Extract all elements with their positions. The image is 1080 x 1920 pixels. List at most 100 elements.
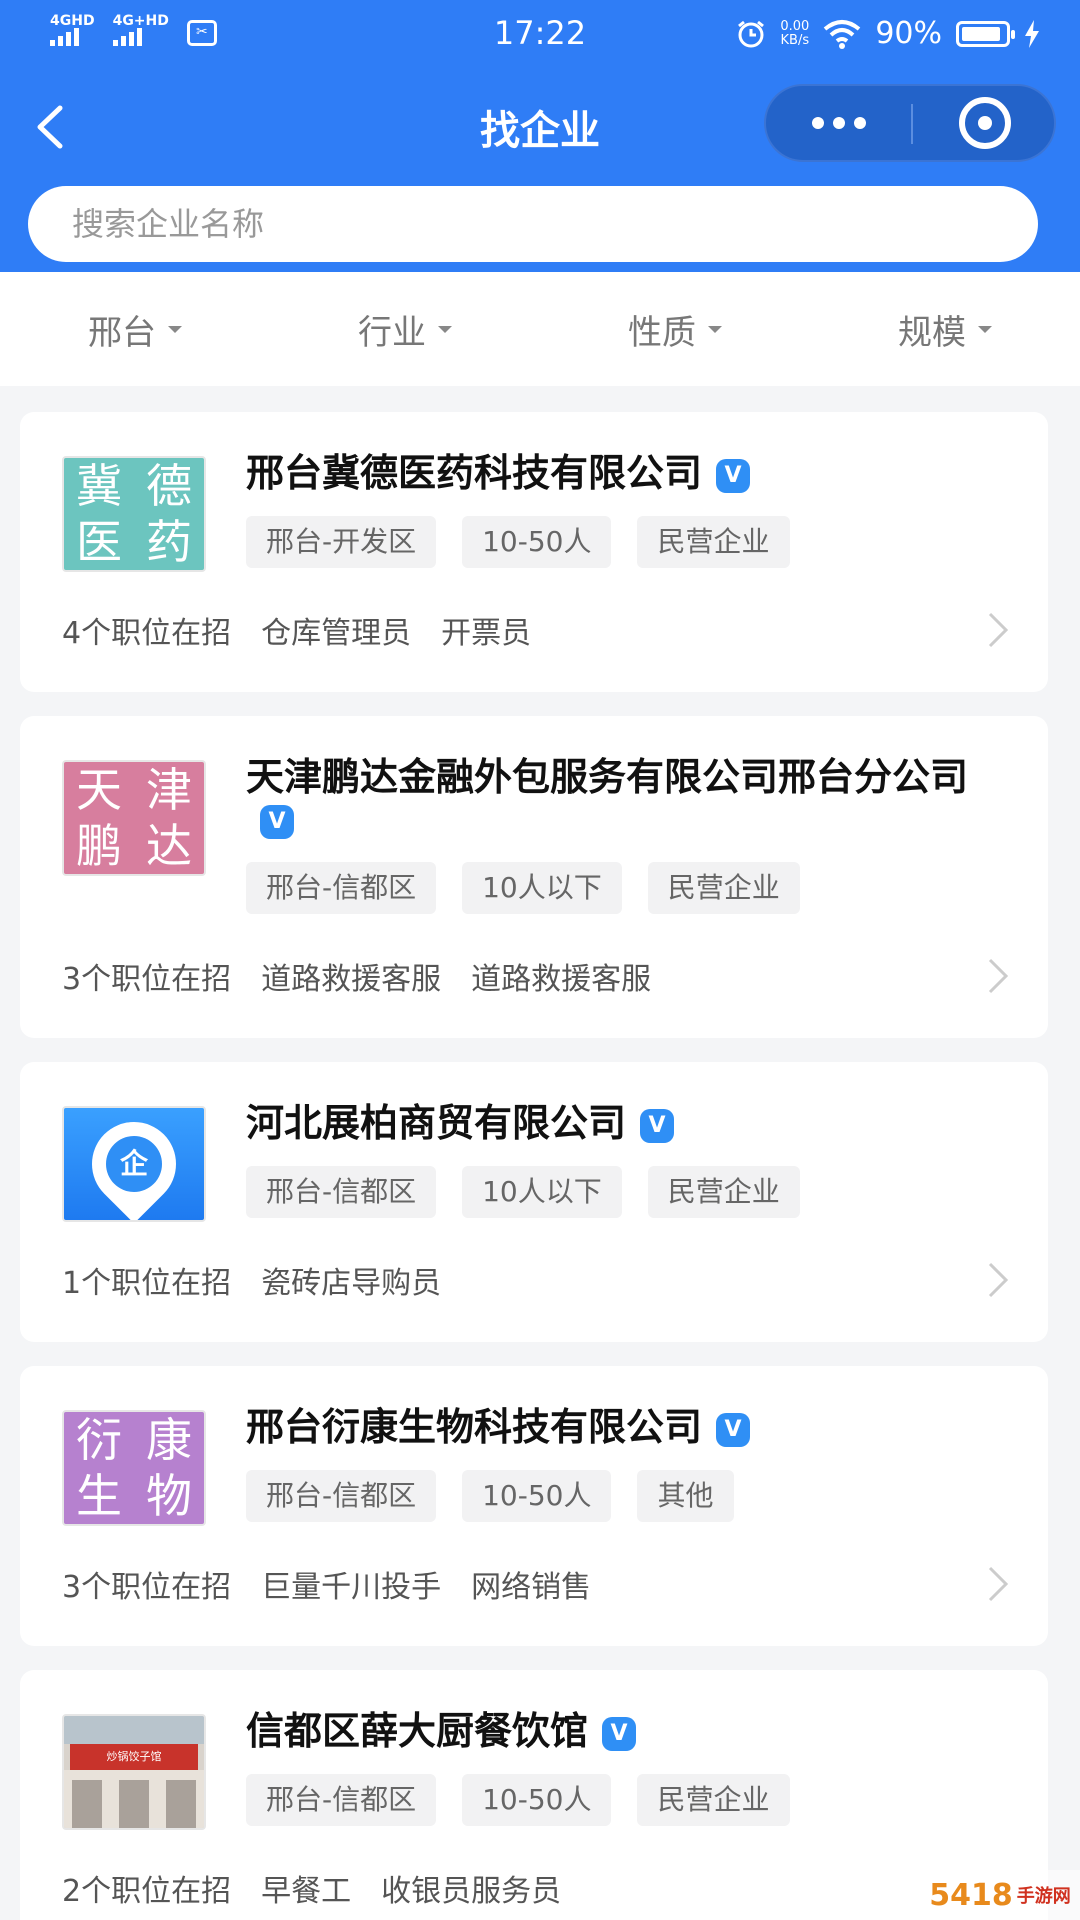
- status-right: 0.00 KB/s 90%: [736, 16, 1040, 51]
- company-card[interactable]: 冀德 医药 邢台冀德医药科技有限公司 V 邢台-开发区 10-50人 民营企业 4…: [20, 412, 1048, 692]
- filter-scale[interactable]: 规模: [810, 272, 1080, 386]
- jobs-count: 3个职位在招: [62, 962, 232, 997]
- filter-region[interactable]: 邢台: [0, 272, 270, 386]
- verified-icon: V: [260, 805, 294, 839]
- company-tags: 邢台-开发区 10-50人 民营企业: [246, 516, 1008, 568]
- job-title: 开票员: [441, 616, 532, 651]
- caret-down-icon: [168, 325, 182, 333]
- tag-size: 10人以下: [462, 1166, 622, 1218]
- job-title: 仓库管理员: [261, 616, 412, 651]
- company-name: 邢台衍康生物科技有限公司 V: [246, 1406, 1008, 1448]
- caret-down-icon: [438, 325, 452, 333]
- dot-icon: [811, 117, 824, 129]
- chevron-right-icon: [988, 1566, 1009, 1602]
- company-name: 信都区薛大厨餐饮馆 V: [246, 1710, 1008, 1752]
- app-header: 4GHD 4G+HD ✂ 17:22 0.00 KB/s 90% 找企业 搜索企…: [0, 0, 1080, 272]
- miniprogram-capsule: [764, 84, 1056, 162]
- site-watermark: 5418 手游网: [920, 1870, 1080, 1920]
- charging-icon: [1025, 19, 1039, 48]
- jobs-row: 4个职位在招 仓库管理员 开票员: [20, 568, 1048, 692]
- company-tags: 邢台-信都区 10人以下 民营企业: [246, 862, 1008, 914]
- job-title: 道路救援客服: [471, 962, 652, 997]
- tag-type: 民营企业: [637, 1774, 790, 1826]
- job-title: 收银员服务员: [381, 1874, 562, 1909]
- tag-location: 邢台-信都区: [246, 1166, 437, 1218]
- company-list: 冀德 医药 邢台冀德医药科技有限公司 V 邢台-开发区 10-50人 民营企业 4…: [20, 412, 1048, 1920]
- tag-size: 10-50人: [462, 516, 612, 568]
- jobs-row: 2个职位在招 早餐工 收银员服务员: [20, 1826, 1048, 1920]
- jobs-count: 2个职位在招: [62, 1874, 232, 1909]
- job-title: 道路救援客服: [261, 962, 442, 997]
- net-speed-value: 0.00: [780, 18, 810, 34]
- location-pin-icon: 企: [74, 1108, 194, 1220]
- company-name: 河北展柏商贸有限公司 V: [246, 1102, 1008, 1144]
- jobs-count: 1个职位在招: [62, 1266, 232, 1301]
- job-title: 瓷砖店导购员: [261, 1266, 442, 1301]
- dot-icon: [832, 117, 845, 129]
- verified-icon: V: [602, 1717, 637, 1751]
- net-speed-unit: KB/s: [780, 32, 810, 48]
- tag-type: 其他: [637, 1470, 734, 1522]
- filter-label: 行业: [358, 312, 426, 353]
- filter-label: 邢台: [88, 312, 156, 353]
- company-logo-photo: 炒锅饺子馆: [62, 1714, 206, 1830]
- company-name: 邢台冀德医药科技有限公司 V: [246, 452, 1008, 494]
- company-card[interactable]: 衍康 生物 邢台衍康生物科技有限公司 V 邢台-信都区 10-50人 其他 3个职…: [20, 1366, 1048, 1646]
- company-card[interactable]: 炒锅饺子馆 信都区薛大厨餐饮馆 V 邢台-信都区 10-50人 民营企业 2个职位…: [20, 1670, 1048, 1920]
- tag-size: 10-50人: [462, 1470, 612, 1522]
- wifi-icon: [824, 19, 861, 49]
- company-name: 天津鹏达金融外包服务有限公司邢台分公司V: [246, 756, 1008, 840]
- tag-size: 10人以下: [462, 862, 622, 914]
- filter-label: 性质: [628, 312, 696, 353]
- target-icon: [958, 97, 1011, 149]
- tag-location: 邢台-信都区: [246, 1774, 437, 1826]
- chevron-right-icon: [988, 958, 1009, 994]
- battery-percent: 90%: [875, 16, 942, 51]
- title-bar: 找企业: [0, 70, 1080, 180]
- status-bar: 4GHD 4G+HD ✂ 17:22 0.00 KB/s 90%: [0, 0, 1080, 70]
- company-logo: 衍康 生物: [62, 1410, 206, 1526]
- caret-down-icon: [978, 325, 992, 333]
- shop-sign: 炒锅饺子馆: [70, 1744, 198, 1770]
- job-title: 巨量千川投手: [261, 1570, 442, 1605]
- jobs-count: 4个职位在招: [62, 616, 232, 651]
- filter-industry[interactable]: 行业: [270, 272, 540, 386]
- company-tags: 邢台-信都区 10-50人 民营企业: [246, 1774, 1008, 1826]
- company-tags: 邢台-信都区 10人以下 民营企业: [246, 1166, 1008, 1218]
- tag-location: 邢台-开发区: [246, 516, 437, 568]
- company-card[interactable]: 天津 鹏达 天津鹏达金融外包服务有限公司邢台分公司V 邢台-信都区 10人以下 …: [20, 716, 1048, 1038]
- filter-row: 邢台 行业 性质 规模: [0, 272, 1080, 386]
- verified-icon: V: [640, 1109, 675, 1143]
- dot-icon: [853, 117, 866, 129]
- company-logo: 天津 鹏达: [62, 760, 206, 876]
- verified-icon: V: [716, 1413, 751, 1447]
- filter-nature[interactable]: 性质: [540, 272, 810, 386]
- battery-icon: [956, 20, 1015, 47]
- tag-type: 民营企业: [647, 1166, 800, 1218]
- tag-type: 民营企业: [647, 862, 800, 914]
- filter-label: 规模: [898, 312, 966, 353]
- jobs-row: 3个职位在招 道路救援客服 道路救援客服: [20, 914, 1048, 1038]
- jobs-count: 3个职位在招: [62, 1570, 232, 1605]
- tag-type: 民营企业: [637, 516, 790, 568]
- chevron-right-icon: [988, 612, 1009, 648]
- jobs-row: 1个职位在招 瓷砖店导购员: [20, 1218, 1048, 1342]
- job-title: 早餐工: [261, 1874, 352, 1909]
- search-input[interactable]: 搜索企业名称: [28, 186, 1038, 262]
- more-options-button[interactable]: [766, 86, 911, 160]
- caret-down-icon: [708, 325, 722, 333]
- verified-icon: V: [716, 459, 751, 493]
- company-logo: 企: [62, 1106, 206, 1222]
- tag-location: 邢台-信都区: [246, 1470, 437, 1522]
- job-title: 网络销售: [471, 1570, 592, 1605]
- tag-location: 邢台-信都区: [246, 862, 437, 914]
- jobs-row: 3个职位在招 巨量千川投手 网络销售: [20, 1522, 1048, 1646]
- alarm-icon: [738, 20, 765, 47]
- company-logo: 冀德 医药: [62, 456, 206, 572]
- tag-size: 10-50人: [462, 1774, 612, 1826]
- chevron-right-icon: [988, 1262, 1009, 1298]
- close-miniprogram-button[interactable]: [913, 86, 1056, 160]
- company-tags: 邢台-信都区 10-50人 其他: [246, 1470, 1008, 1522]
- net-speed: 0.00 KB/s: [780, 18, 810, 48]
- company-card[interactable]: 企 河北展柏商贸有限公司 V 邢台-信都区 10人以下 民营企业 1个职位在招 瓷…: [20, 1062, 1048, 1342]
